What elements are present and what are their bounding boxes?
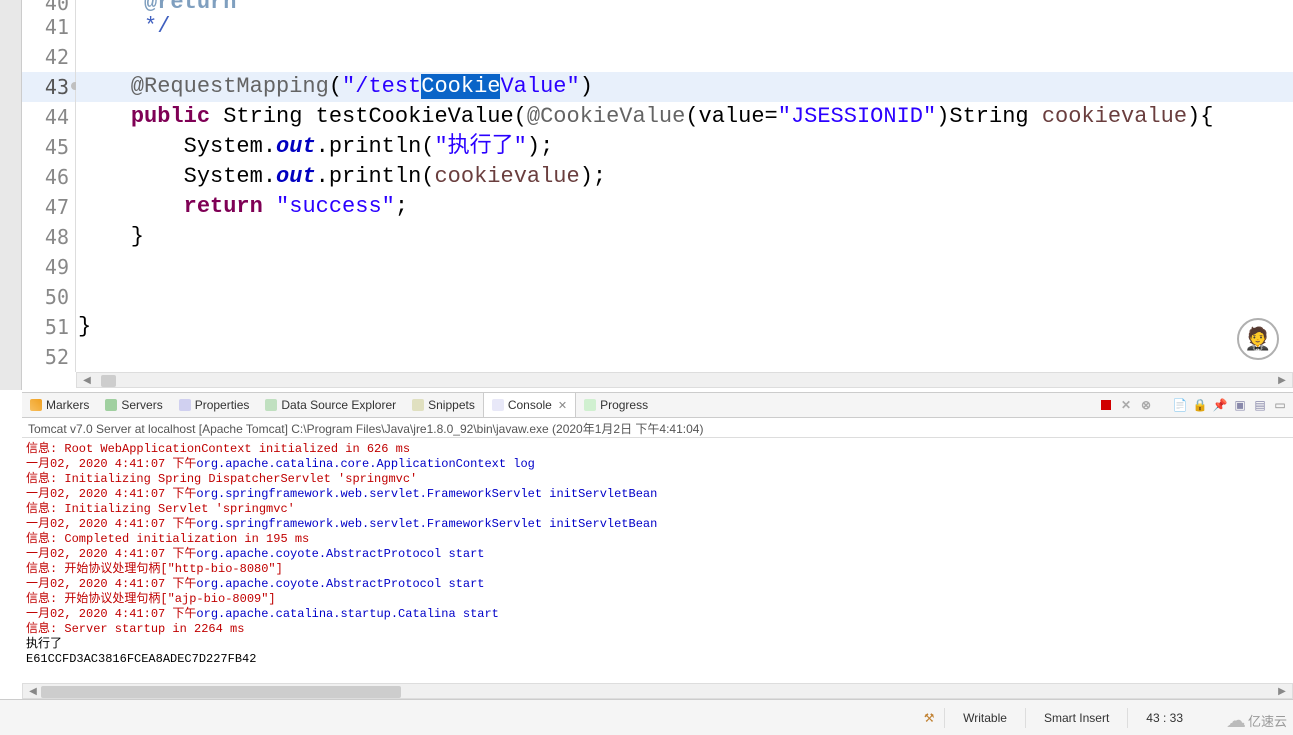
cursor-position-status: 43 : 33 [1136,711,1193,725]
tab-servers[interactable]: Servers [97,393,170,417]
markers-icon [30,399,42,411]
gutter-line-number: 40 [22,0,75,12]
code-content[interactable]: @return */ @RequestMapping("/testCookieV… [76,0,1293,372]
code-line[interactable]: System.out.println(cookievalue); [76,162,1293,192]
code-line[interactable] [76,252,1293,282]
editor-horizontal-scrollbar[interactable]: ◀ ▶ [76,372,1293,388]
snippets-icon [412,399,424,411]
gutter-line-number: 41 [22,12,75,42]
console-line: 信息: 开始协议处理句柄["http-bio-8080"] [26,562,1289,577]
gutter-line-number: 46 [22,162,75,192]
watermark-text: 亿速云 [1248,711,1287,730]
console-line: 一月02, 2020 4:41:07 下午org.springframework… [26,517,1289,532]
console-toolbar: ✕ ⊗ 📄 🔒 📌 ▣ ▤ ▭ [1099,398,1293,412]
scroll-lock-button[interactable]: 🔒 [1193,398,1207,412]
clear-console-button[interactable]: 📄 [1173,398,1187,412]
code-line[interactable] [76,282,1293,312]
gutter-line-number: 49 [22,252,75,282]
progress-icon [584,399,596,411]
remove-terminated-button[interactable]: ✕ [1119,398,1133,412]
gutter-line-number: 48 [22,222,75,252]
status-bar: ⚒ Writable Smart Insert 43 : 33 ☁ 亿速云 [0,699,1293,735]
scroll-right-arrow-icon[interactable]: ▶ [1276,375,1288,387]
console-line: E61CCFD3AC3816FCEA8ADEC7D227FB42 [26,652,1289,667]
code-line[interactable]: System.out.println("执行了"); [76,132,1293,162]
gutter-line-number: 43 [22,72,75,102]
tab-label: Data Source Explorer [281,398,396,412]
tab-label: Properties [195,398,250,412]
gutter-line-number: 51 [22,312,75,342]
terminate-button[interactable] [1099,398,1113,412]
build-icon: ⚒ [922,711,936,725]
gutter-line-number: 50 [22,282,75,312]
tab-label: Servers [121,398,162,412]
console-line: 执行了 [26,637,1289,652]
scroll-right-arrow-icon[interactable]: ▶ [1276,686,1288,698]
code-line[interactable]: return "success"; [76,192,1293,222]
tab-label: Progress [600,398,648,412]
tab-markers[interactable]: Markers [22,393,97,417]
scroll-left-arrow-icon[interactable]: ◀ [27,686,39,698]
left-ruler [0,0,22,390]
console-process-header: Tomcat v7.0 Server at localhost [Apache … [22,418,1293,438]
code-line[interactable] [76,42,1293,72]
console-horizontal-scrollbar[interactable]: ◀ ▶ [22,683,1293,699]
console-line: 一月02, 2020 4:41:07 下午org.springframework… [26,487,1289,502]
code-line[interactable]: public String testCookieValue(@CookieVal… [76,102,1293,132]
console-line: 信息: 开始协议处理句柄["ajp-bio-8009"] [26,592,1289,607]
code-line[interactable]: } [76,312,1293,342]
remove-all-terminated-button[interactable]: ⊗ [1139,398,1153,412]
console-icon [492,399,504,411]
tab-progress[interactable]: Progress [576,393,656,417]
gutter-line-number: 45 [22,132,75,162]
console-line: 一月02, 2020 4:41:07 下午org.apache.coyote.A… [26,547,1289,562]
floating-assistant-avatar[interactable]: 🤵 [1237,318,1279,360]
tab-label: Console [508,398,552,412]
tab-data-source-explorer[interactable]: Data Source Explorer [257,393,404,417]
minimize-view-icon[interactable]: ▭ [1273,398,1287,412]
servers-icon [105,399,117,411]
code-line[interactable]: } [76,222,1293,252]
cloud-icon: ☁ [1226,708,1246,733]
console-line: 信息: Completed initialization in 195 ms [26,532,1289,547]
code-line[interactable] [76,342,1293,372]
scrollbar-thumb[interactable] [101,375,116,387]
datasource-icon [265,399,277,411]
console-line: 一月02, 2020 4:41:07 下午org.apache.catalina… [26,457,1289,472]
console-line: 信息: Initializing Spring DispatcherServle… [26,472,1289,487]
gutter-line-number: 52 [22,342,75,372]
gutter-line-number: 47 [22,192,75,222]
tab-console[interactable]: Console ✕ [483,393,576,417]
code-line[interactable]: @RequestMapping("/testCookieValue") [76,72,1293,102]
pin-console-button[interactable]: 📌 [1213,398,1227,412]
code-line[interactable]: @return [76,0,1293,12]
console-line: 一月02, 2020 4:41:07 下午org.apache.catalina… [26,607,1289,622]
open-console-button[interactable]: ▤ [1253,398,1267,412]
gutter-line-number: 42 [22,42,75,72]
bottom-tabs-panel: Markers Servers Properties Data Source Expl… [22,392,1293,418]
gutter-line-number: 44 [22,102,75,132]
display-selected-console-button[interactable]: ▣ [1233,398,1247,412]
watermark-logo: ☁ 亿速云 [1226,708,1287,733]
console-line: 信息: Server startup in 2264 ms [26,622,1289,637]
tab-snippets[interactable]: Snippets [404,393,483,417]
insert-mode-status: Smart Insert [1034,711,1119,725]
console-output[interactable]: 信息: Root WebApplicationContext initializ… [22,440,1293,683]
writable-status: Writable [953,711,1017,725]
properties-icon [179,399,191,411]
close-tab-icon[interactable]: ✕ [558,399,567,412]
tab-properties[interactable]: Properties [171,393,258,417]
scroll-left-arrow-icon[interactable]: ◀ [81,375,93,387]
console-line: 信息: Root WebApplicationContext initializ… [26,442,1289,457]
scrollbar-thumb[interactable] [41,686,401,698]
console-line: 信息: Initializing Servlet 'springmvc' [26,502,1289,517]
tab-label: Markers [46,398,89,412]
code-line[interactable]: */ [76,12,1293,42]
tab-label: Snippets [428,398,475,412]
console-line: 一月02, 2020 4:41:07 下午org.apache.coyote.A… [26,577,1289,592]
code-editor[interactable]: 40414243444546474849505152 @return */ @R… [22,0,1293,390]
line-gutter: 40414243444546474849505152 [22,0,76,372]
